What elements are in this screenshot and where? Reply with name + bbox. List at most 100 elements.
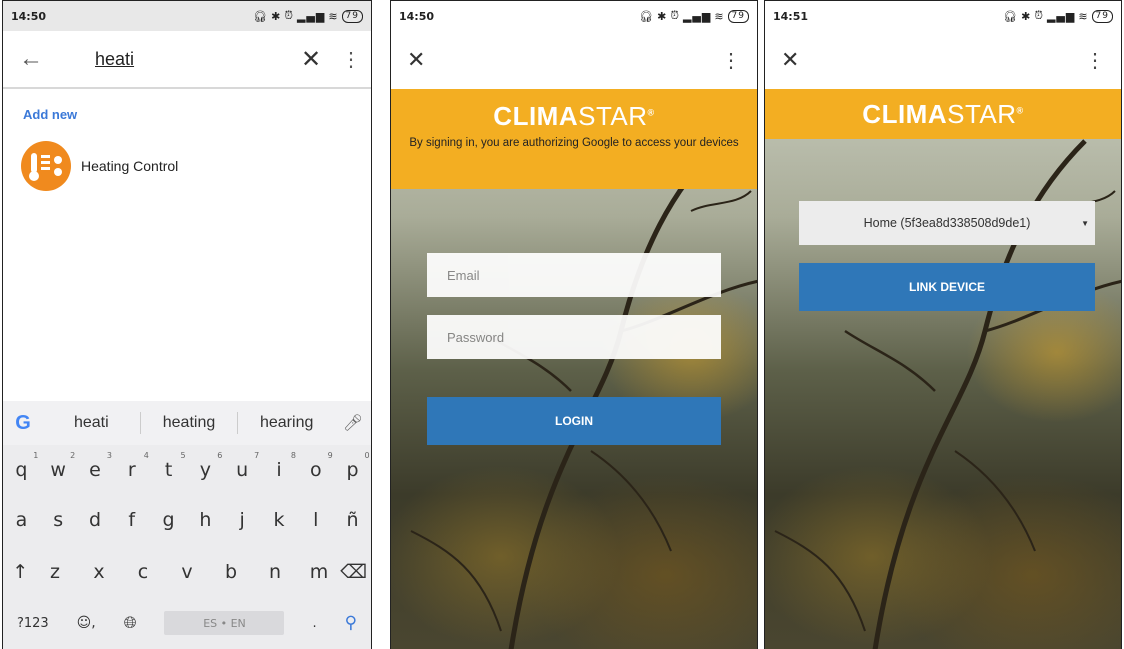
home-select[interactable]: Home (5f3ea8d338508d9de1) ▼ xyxy=(799,201,1095,245)
key-q[interactable]: q1 xyxy=(6,451,38,481)
close-icon[interactable]: ✕ xyxy=(291,45,331,74)
key-k[interactable]: k xyxy=(264,509,294,531)
status-time: 14:50 xyxy=(399,9,435,23)
key-w[interactable]: w2 xyxy=(43,451,75,481)
key-p[interactable]: p0 xyxy=(338,451,370,481)
headphones-icon: 🎧︎ xyxy=(253,9,269,23)
keyboard-row-2: asdfghjklñ xyxy=(3,509,371,531)
google-icon[interactable]: G xyxy=(3,412,43,435)
signal-icon: ▂▄▆ xyxy=(1046,9,1076,23)
keyboard-row-1: q1w2e3r4t5y6u7i8o9p0 xyxy=(3,451,371,481)
key-hint: 8 xyxy=(290,451,296,460)
key-r[interactable]: r4 xyxy=(117,451,149,481)
key-g[interactable]: g xyxy=(154,509,184,531)
dropdown-caret-icon: ▼ xyxy=(1081,218,1089,228)
key-d[interactable]: d xyxy=(80,509,110,531)
search-screen: 14:50 🎧︎ ✱ ⏰︎ ▂▄▆ ≋ 79 ← heati ✕ ⋮ Add n… xyxy=(2,0,372,649)
arrow-left-icon[interactable]: ← xyxy=(3,45,59,73)
alarm-icon: ⏰︎ xyxy=(1034,9,1044,22)
keyboard: G heati heating hearing 🎤︎ q1w2e3r4t5y6u… xyxy=(3,401,371,649)
microphone-icon[interactable]: 🎤︎ xyxy=(335,413,371,433)
suggestion-item[interactable]: heati xyxy=(43,414,140,432)
brand-banner: CLIMASTAR® By signing in, you are author… xyxy=(391,89,757,189)
heating-control-app-icon xyxy=(21,141,71,191)
symbols-key[interactable]: ?123 xyxy=(17,616,49,631)
key-hint: 3 xyxy=(106,451,112,460)
key-c[interactable]: c xyxy=(128,561,158,583)
key-f[interactable]: f xyxy=(117,509,147,531)
login-button[interactable]: LOGIN xyxy=(427,397,721,445)
signal-icon: ▂▄▆ xyxy=(296,9,326,23)
key-j[interactable]: j xyxy=(227,509,257,531)
search-input[interactable]: heati xyxy=(59,49,291,70)
comma-key-label: , xyxy=(91,615,96,631)
add-new-heading: Add new xyxy=(23,107,78,122)
logo-bold: CLIMA xyxy=(862,99,948,129)
shift-icon[interactable]: ↑ xyxy=(5,561,35,583)
close-icon[interactable]: ✕ xyxy=(407,47,425,73)
keyboard-row-3-letters: zxcvbnm xyxy=(40,561,334,583)
key-x[interactable]: x xyxy=(84,561,114,583)
wifi-icon: ≋ xyxy=(1078,9,1089,23)
status-bar: 14:51 🎧︎ ✱ ⏰︎ ▂▄▆ ≋ 79 xyxy=(765,1,1121,31)
bluetooth-icon: ✱ xyxy=(657,9,668,23)
keyboard-row-3: ↑ zxcvbnm ⌫ xyxy=(3,561,371,583)
bluetooth-icon: ✱ xyxy=(1021,9,1032,23)
home-select-value: Home (5f3ea8d338508d9de1) xyxy=(863,216,1031,230)
key-m[interactable]: m xyxy=(304,561,334,583)
more-vert-icon[interactable]: ⋮ xyxy=(1085,48,1105,73)
status-icons: 🎧︎ ✱ ⏰︎ ▂▄▆ ≋ 79 xyxy=(253,9,363,23)
key-s[interactable]: s xyxy=(43,509,73,531)
key-ñ[interactable]: ñ xyxy=(338,509,368,531)
close-icon[interactable]: ✕ xyxy=(781,47,799,73)
key-i[interactable]: i8 xyxy=(264,451,296,481)
link-device-button[interactable]: LINK DEVICE xyxy=(799,263,1095,311)
key-hint: 6 xyxy=(217,451,223,460)
wifi-icon: ≋ xyxy=(328,9,339,23)
key-a[interactable]: a xyxy=(6,509,36,531)
status-bar: 14:50 🎧︎ ✱ ⏰︎ ▂▄▆ ≋ 79 xyxy=(391,1,757,31)
key-n[interactable]: n xyxy=(260,561,290,583)
key-hint: 2 xyxy=(70,451,76,460)
link-device-screen: 14:51 🎧︎ ✱ ⏰︎ ▂▄▆ ≋ 79 ✕ ⋮ CLIMASTAR® Ho… xyxy=(764,0,1122,649)
key-hint: 1 xyxy=(33,451,39,460)
authorization-notice: By signing in, you are authorizing Googl… xyxy=(409,137,739,149)
bluetooth-icon: ✱ xyxy=(271,9,282,23)
key-o[interactable]: o9 xyxy=(301,451,333,481)
globe-icon[interactable]: 🌐︎ xyxy=(124,613,137,633)
status-time: 14:51 xyxy=(773,9,809,23)
suggestion-item[interactable]: heating xyxy=(141,414,238,432)
key-hint: 4 xyxy=(143,451,149,460)
key-l[interactable]: l xyxy=(301,509,331,531)
key-e[interactable]: e3 xyxy=(80,451,112,481)
key-t[interactable]: t5 xyxy=(154,451,186,481)
backspace-icon[interactable]: ⌫ xyxy=(339,561,369,583)
logo-bold: CLIMA xyxy=(493,101,579,131)
top-app-bar: ✕ ⋮ xyxy=(391,31,757,89)
signal-icon: ▂▄▆ xyxy=(682,9,712,23)
password-field[interactable]: Password xyxy=(427,315,721,359)
key-z[interactable]: z xyxy=(40,561,70,583)
climastar-logo: CLIMASTAR® xyxy=(862,99,1024,129)
search-result-item[interactable]: Heating Control xyxy=(21,141,178,191)
key-v[interactable]: v xyxy=(172,561,202,583)
key-hint: 9 xyxy=(327,451,333,460)
key-u[interactable]: u7 xyxy=(227,451,259,481)
search-bar: ← heati ✕ ⋮ xyxy=(3,31,371,89)
battery-icon: 79 xyxy=(727,9,749,23)
search-icon[interactable]: ⚲ xyxy=(345,613,357,633)
login-screen: 14:50 🎧︎ ✱ ⏰︎ ▂▄▆ ≋ 79 ✕ ⋮ CLIMASTAR® By… xyxy=(390,0,758,649)
emoji-comma-key[interactable]: ☺, xyxy=(77,615,96,631)
key-y[interactable]: y6 xyxy=(190,451,223,481)
more-vert-icon[interactable]: ⋮ xyxy=(331,47,371,72)
key-b[interactable]: b xyxy=(216,561,246,583)
climastar-logo: CLIMASTAR® xyxy=(493,101,655,131)
space-bar[interactable]: ES • EN xyxy=(164,611,285,635)
more-vert-icon[interactable]: ⋮ xyxy=(721,48,741,73)
period-key[interactable]: . xyxy=(312,616,316,631)
logo-thin: STAR xyxy=(578,101,648,131)
suggestion-item[interactable]: hearing xyxy=(238,414,335,432)
email-field[interactable]: Email xyxy=(427,253,721,297)
headphones-icon: 🎧︎ xyxy=(639,9,655,23)
key-h[interactable]: h xyxy=(190,509,220,531)
